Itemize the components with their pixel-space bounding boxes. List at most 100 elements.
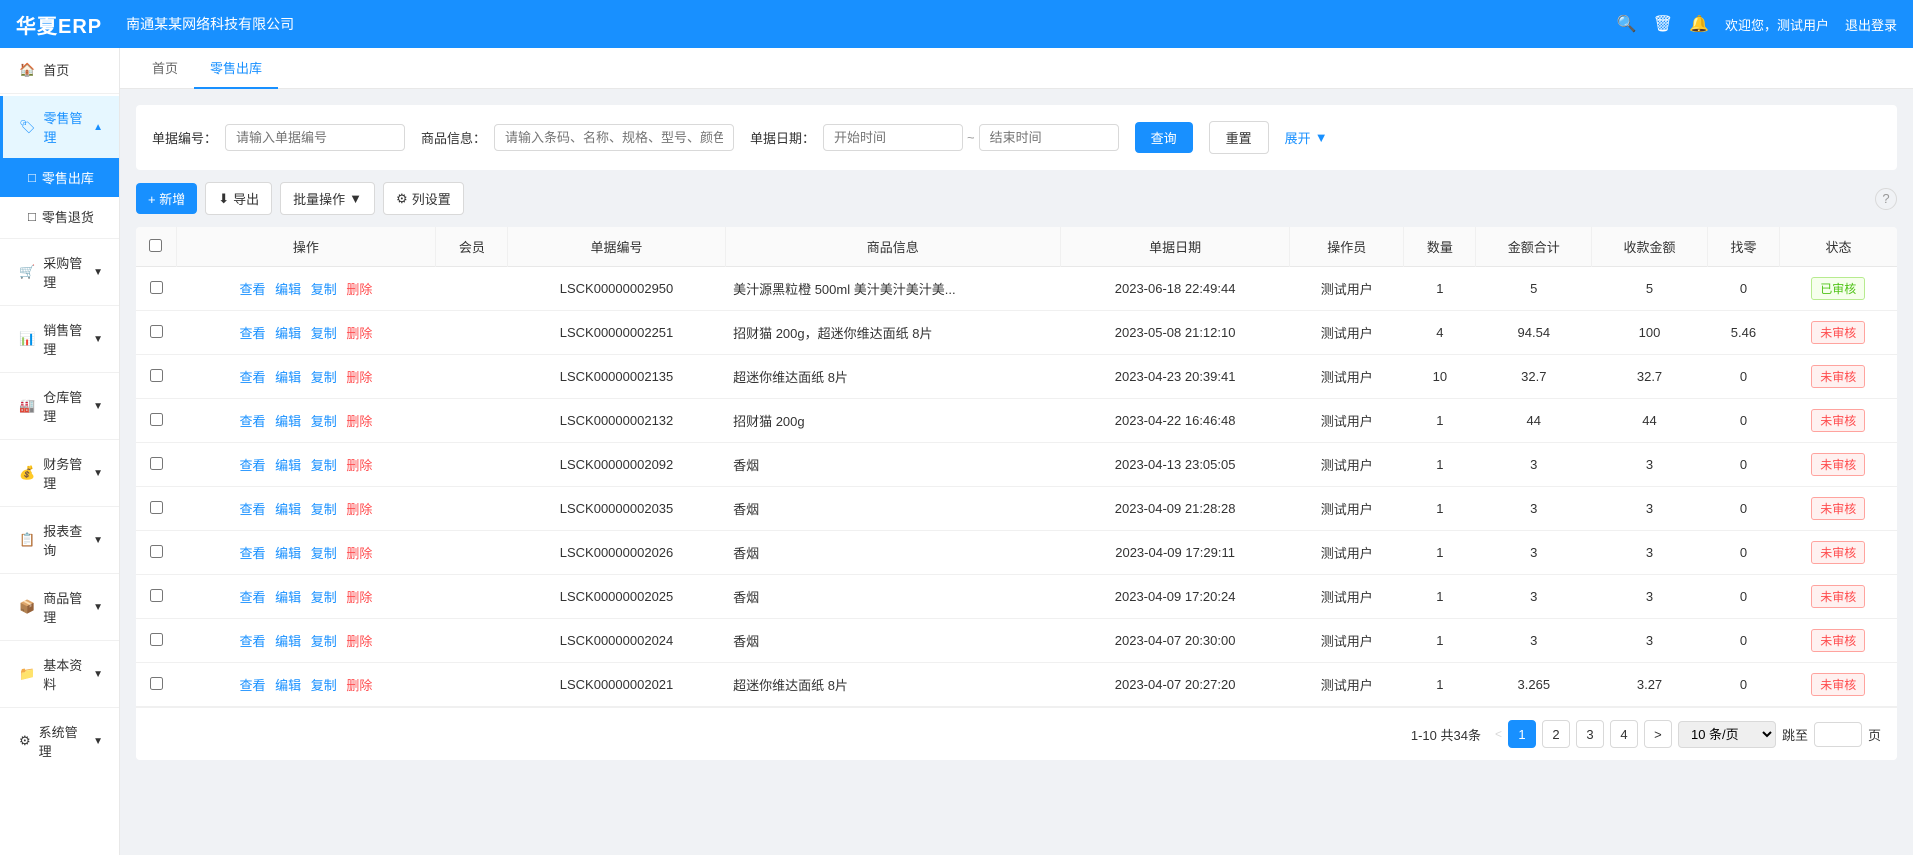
export-button[interactable]: ⬇ 导出 — [205, 182, 272, 215]
sidebar-item-finance[interactable]: 💰 财务管理 ▼ — [0, 442, 119, 504]
copy-link[interactable]: 复制 — [311, 678, 337, 693]
edit-link[interactable]: 编辑 — [275, 282, 301, 297]
edit-link[interactable]: 编辑 — [275, 414, 301, 429]
row-product-info: 招财猫 200g — [725, 399, 1060, 443]
product-chevron-icon: ▼ — [93, 602, 103, 613]
delete-link[interactable]: 删除 — [346, 590, 372, 605]
view-link[interactable]: 查看 — [239, 502, 265, 517]
edit-link[interactable]: 编辑 — [275, 678, 301, 693]
row-checkbox-cell — [136, 443, 176, 487]
row-checkbox[interactable] — [150, 633, 163, 646]
delete-link[interactable]: 删除 — [346, 502, 372, 517]
delete-link[interactable]: 删除 — [346, 458, 372, 473]
sidebar-item-purchase[interactable]: 🛒 采购管理 ▼ — [0, 241, 119, 303]
delete-link[interactable]: 删除 — [346, 326, 372, 341]
view-link[interactable]: 查看 — [239, 414, 265, 429]
batch-button[interactable]: 批量操作 ▼ — [280, 182, 375, 215]
row-amount: 3 — [1476, 487, 1592, 531]
row-checkbox[interactable] — [150, 457, 163, 470]
edit-link[interactable]: 编辑 — [275, 634, 301, 649]
sidebar-item-retail-mgmt[interactable]: 🏷 零售管理 ▲ — [0, 96, 119, 158]
sidebar-item-sales[interactable]: 📊 销售管理 ▼ — [0, 308, 119, 370]
row-checkbox[interactable] — [150, 281, 163, 294]
delete-link[interactable]: 删除 — [346, 414, 372, 429]
sidebar-item-retail-return[interactable]: □ 零售退货 — [0, 197, 119, 236]
bill-number-input[interactable] — [225, 124, 405, 151]
page-btn-2[interactable]: 2 — [1542, 720, 1570, 748]
bell-icon[interactable]: 🔔 — [1689, 14, 1709, 34]
view-link[interactable]: 查看 — [239, 634, 265, 649]
sidebar-item-report[interactable]: 📋 报表查询 ▼ — [0, 509, 119, 571]
copy-link[interactable]: 复制 — [311, 458, 337, 473]
sidebar-divider-1 — [0, 93, 119, 94]
sidebar-item-product[interactable]: 📦 商品管理 ▼ — [0, 576, 119, 638]
query-button[interactable]: 查询 — [1135, 122, 1193, 153]
copy-link[interactable]: 复制 — [311, 370, 337, 385]
page-btn-4[interactable]: 4 — [1610, 720, 1638, 748]
search-icon[interactable]: 🔍 — [1617, 14, 1637, 34]
start-date-input[interactable] — [823, 124, 963, 151]
row-amount: 94.54 — [1476, 311, 1592, 355]
row-operator: 测试用户 — [1290, 531, 1404, 575]
sidebar-sales-label: 销售管理 — [43, 320, 85, 358]
row-checkbox[interactable] — [150, 369, 163, 382]
col-bill-no: 单据编号 — [508, 227, 725, 267]
view-link[interactable]: 查看 — [239, 458, 265, 473]
delete-link[interactable]: 删除 — [346, 282, 372, 297]
copy-link[interactable]: 复制 — [311, 326, 337, 341]
view-link[interactable]: 查看 — [239, 590, 265, 605]
expand-button[interactable]: 展开 ▼ — [1285, 128, 1328, 147]
edit-link[interactable]: 编辑 — [275, 502, 301, 517]
page-next-btn[interactable]: > — [1644, 720, 1672, 748]
sidebar-item-basic-data[interactable]: 📁 基本资料 ▼ — [0, 643, 119, 705]
sidebar-item-warehouse[interactable]: 🏭 仓库管理 ▼ — [0, 375, 119, 437]
row-checkbox[interactable] — [150, 413, 163, 426]
copy-link[interactable]: 复制 — [311, 414, 337, 429]
edit-link[interactable]: 编辑 — [275, 458, 301, 473]
row-operator: 测试用户 — [1290, 575, 1404, 619]
sidebar-item-sys-mgmt[interactable]: ⚙ 系统管理 ▼ — [0, 710, 119, 772]
tab-home[interactable]: 首页 — [136, 48, 194, 89]
row-checkbox[interactable] — [150, 501, 163, 514]
edit-link[interactable]: 编辑 — [275, 370, 301, 385]
page-size-select[interactable]: 10 条/页 20 条/页 50 条/页 — [1678, 721, 1776, 748]
columns-button[interactable]: ⚙ 列设置 — [383, 182, 464, 215]
delete-link[interactable]: 删除 — [346, 678, 372, 693]
product-info-input[interactable] — [494, 124, 734, 151]
view-link[interactable]: 查看 — [239, 678, 265, 693]
copy-link[interactable]: 复制 — [311, 590, 337, 605]
view-link[interactable]: 查看 — [239, 546, 265, 561]
row-checkbox[interactable] — [150, 545, 163, 558]
row-checkbox[interactable] — [150, 325, 163, 338]
help-icon[interactable]: ? — [1875, 188, 1897, 210]
tab-retail-outbound[interactable]: 零售出库 — [194, 48, 278, 89]
edit-link[interactable]: 编辑 — [275, 590, 301, 605]
logout-btn[interactable]: 退出登录 — [1845, 15, 1897, 34]
copy-link[interactable]: 复制 — [311, 282, 337, 297]
row-member — [436, 311, 508, 355]
edit-link[interactable]: 编辑 — [275, 326, 301, 341]
sidebar-item-retail-outbound[interactable]: □ 零售出库 — [0, 158, 119, 197]
delete-link[interactable]: 删除 — [346, 634, 372, 649]
row-received: 3 — [1592, 443, 1708, 487]
edit-link[interactable]: 编辑 — [275, 546, 301, 561]
reset-button[interactable]: 重置 — [1209, 121, 1269, 154]
copy-link[interactable]: 复制 — [311, 634, 337, 649]
page-btn-3[interactable]: 3 — [1576, 720, 1604, 748]
copy-link[interactable]: 复制 — [311, 546, 337, 561]
sidebar-item-home[interactable]: 🏠 首页 — [0, 48, 119, 91]
row-checkbox[interactable] — [150, 589, 163, 602]
goto-input[interactable] — [1814, 722, 1862, 747]
page-btn-1[interactable]: 1 — [1508, 720, 1536, 748]
view-link[interactable]: 查看 — [239, 326, 265, 341]
row-checkbox[interactable] — [150, 677, 163, 690]
new-button[interactable]: + 新增 — [136, 183, 197, 214]
delete-link[interactable]: 删除 — [346, 546, 372, 561]
trash-icon[interactable]: 🗑 — [1653, 14, 1673, 34]
copy-link[interactable]: 复制 — [311, 502, 337, 517]
end-date-input[interactable] — [979, 124, 1119, 151]
delete-link[interactable]: 删除 — [346, 370, 372, 385]
view-link[interactable]: 查看 — [239, 370, 265, 385]
view-link[interactable]: 查看 — [239, 282, 265, 297]
select-all-checkbox[interactable] — [149, 239, 162, 252]
